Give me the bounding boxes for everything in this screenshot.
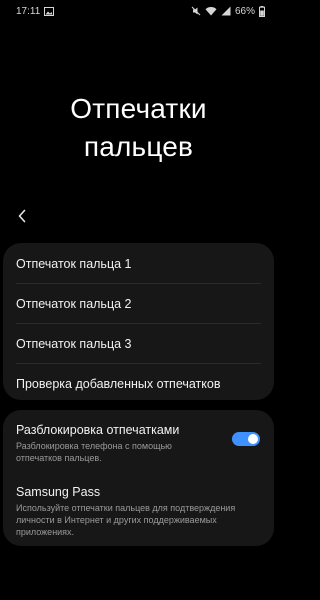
- setting-fingerprint-unlock[interactable]: Разблокировка отпечатками Разблокировка …: [3, 410, 274, 476]
- page-title: Отпечатки пальцев: [0, 90, 277, 166]
- gallery-icon: [44, 6, 55, 16]
- fingerprint-unlock-toggle[interactable]: [232, 432, 260, 446]
- setting-samsung-pass[interactable]: Samsung Pass Используйте отпечатки пальц…: [3, 476, 274, 538]
- status-left: 17:11: [16, 5, 55, 17]
- list-item-check-fingerprints[interactable]: Проверка добавленных отпечатков: [3, 364, 274, 400]
- back-button[interactable]: [10, 204, 34, 228]
- page-title-line2: пальцев: [83, 131, 194, 162]
- chevron-left-icon: [18, 209, 26, 223]
- toggle-knob: [248, 434, 258, 444]
- list-item-fingerprint-3[interactable]: Отпечаток пальца 3: [3, 324, 274, 363]
- signal-icon: [221, 6, 231, 16]
- setting-description: Используйте отпечатки пальцев для подтве…: [16, 503, 236, 537]
- setting-text: Разблокировка отпечатками Разблокировка …: [16, 422, 216, 464]
- page-title-line1: Отпечатки: [70, 93, 207, 124]
- list-item-label: Отпечаток пальца 2: [16, 296, 132, 311]
- list-item-fingerprint-1[interactable]: Отпечаток пальца 1: [3, 244, 274, 283]
- settings-card: Разблокировка отпечатками Разблокировка …: [3, 410, 274, 546]
- battery-icon: [259, 5, 265, 17]
- setting-title: Samsung Pass: [16, 485, 101, 499]
- setting-title: Разблокировка отпечатками: [16, 423, 180, 437]
- list-item-label: Отпечаток пальца 3: [16, 336, 132, 351]
- list-item-fingerprint-2[interactable]: Отпечаток пальца 2: [3, 284, 274, 323]
- wifi-icon: [205, 6, 217, 16]
- status-bar: 17:11 66%: [0, 0, 277, 22]
- status-time: 17:11: [16, 5, 41, 17]
- list-item-label: Проверка добавленных отпечатков: [16, 376, 221, 391]
- fingerprints-card: Отпечаток пальца 1 Отпечаток пальца 2 От…: [3, 243, 274, 400]
- status-right: 66%: [191, 5, 265, 17]
- mute-icon: [191, 6, 201, 16]
- list-item-label: Отпечаток пальца 1: [16, 256, 132, 271]
- setting-description: Разблокировка телефона с помощью отпечат…: [16, 441, 172, 463]
- battery-percent: 66%: [234, 5, 255, 17]
